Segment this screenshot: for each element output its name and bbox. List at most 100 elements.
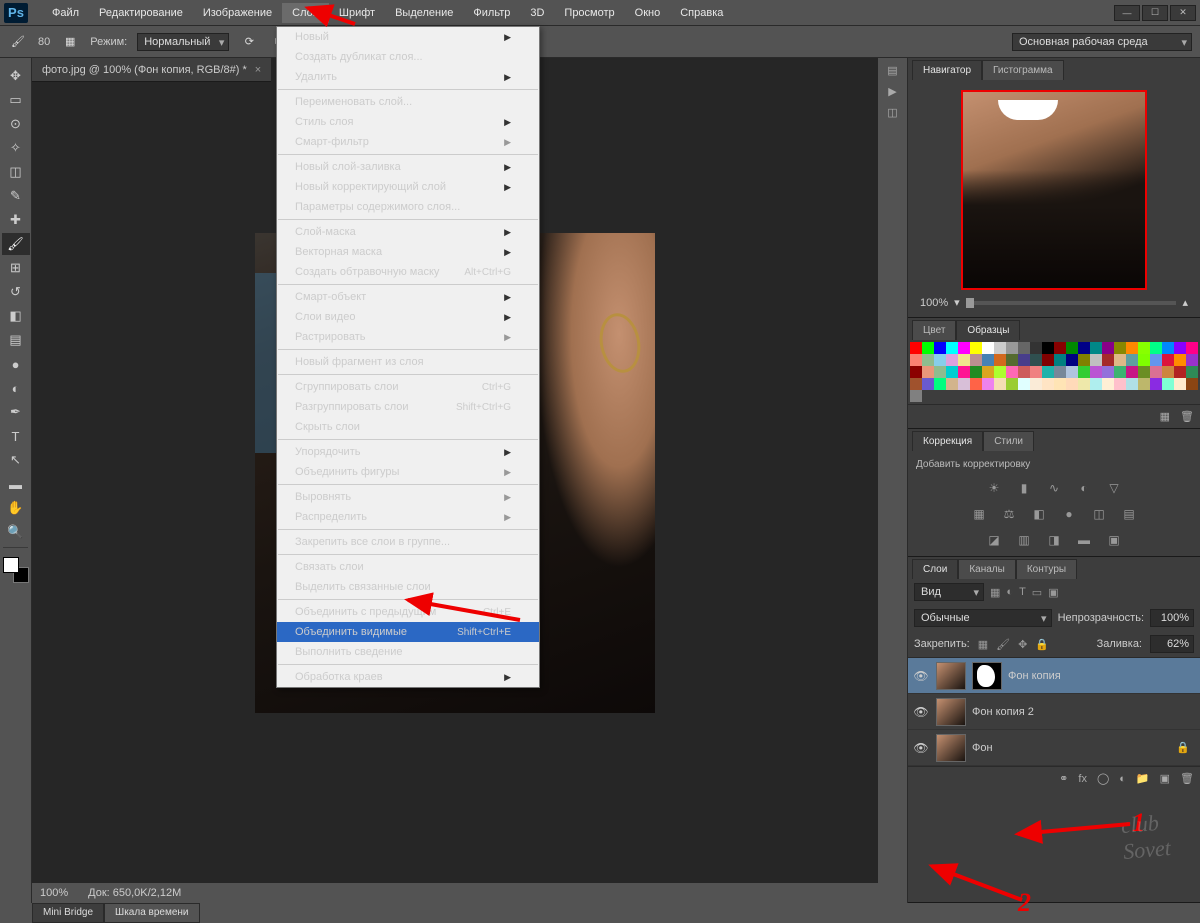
swatch[interactable] — [1138, 342, 1150, 354]
menu-item[interactable]: Скрыть слои — [277, 417, 539, 437]
link-layers-icon[interactable]: ⚭ — [1059, 772, 1068, 785]
swatch[interactable] — [1150, 378, 1162, 390]
swatch[interactable] — [958, 378, 970, 390]
adj-mixer-icon[interactable]: ◫ — [1089, 506, 1109, 522]
layer-name[interactable]: Фон копия 2 — [972, 706, 1196, 718]
adj-poster-icon[interactable]: ▥ — [1014, 532, 1034, 548]
layer-row[interactable]: 👁Фон копия — [908, 658, 1200, 694]
navigator-thumbnail[interactable] — [961, 90, 1147, 290]
swatch[interactable] — [970, 342, 982, 354]
layer-mask-icon[interactable]: ◯ — [1097, 772, 1109, 785]
adj-gradient-icon[interactable]: ▬ — [1074, 532, 1094, 548]
zoom-slider[interactable] — [966, 301, 1177, 305]
menu-item[interactable]: Создать дубликат слоя... — [277, 47, 539, 67]
swatch[interactable] — [1174, 378, 1186, 390]
swatch[interactable] — [1042, 342, 1054, 354]
menu-слои[interactable]: Слои — [282, 3, 329, 23]
pen-tool[interactable]: ✒ — [2, 401, 30, 423]
menu-item[interactable]: Переименовать слой... — [277, 92, 539, 112]
swatch[interactable] — [982, 366, 994, 378]
layer-kind-filter[interactable]: Вид — [914, 583, 984, 601]
panel-tab[interactable]: Навигатор — [912, 60, 982, 80]
swatch[interactable] — [1186, 354, 1198, 366]
swatch[interactable] — [994, 354, 1006, 366]
menu-item[interactable]: Новый слой-заливка▶ — [277, 157, 539, 177]
menu-item[interactable]: Объединить с предыдущимCtrl+E — [277, 602, 539, 622]
layer-thumbnail[interactable] — [936, 662, 966, 690]
swatch[interactable] — [1030, 354, 1042, 366]
layer-thumbnail[interactable] — [936, 698, 966, 726]
swatch[interactable] — [958, 342, 970, 354]
swatch[interactable] — [1090, 342, 1102, 354]
layer-fx-icon[interactable]: fx — [1078, 773, 1087, 785]
menu-item[interactable]: Новый фрагмент из слоя — [277, 352, 539, 372]
lasso-tool[interactable]: ⊙ — [2, 113, 30, 135]
fill-value[interactable]: 62% — [1150, 635, 1194, 653]
swatch[interactable] — [994, 378, 1006, 390]
swatch[interactable] — [970, 378, 982, 390]
panel-tab[interactable]: Слои — [912, 559, 958, 579]
blend-mode[interactable]: Обычные — [914, 609, 1052, 627]
close-button[interactable]: ✕ — [1170, 5, 1196, 21]
swatch[interactable] — [1102, 378, 1114, 390]
menu-item[interactable]: Сгруппировать слоиCtrl+G — [277, 377, 539, 397]
swatch[interactable] — [1006, 378, 1018, 390]
swatch[interactable] — [1138, 354, 1150, 366]
eraser-tool[interactable]: ◧ — [2, 305, 30, 327]
opt-icon-1[interactable]: ⟳ — [239, 32, 259, 52]
filter-shape-icon[interactable]: ▭ — [1032, 586, 1042, 599]
adj-vibrance-icon[interactable]: ▽ — [1104, 480, 1124, 496]
layer-name[interactable]: Фон — [972, 742, 1170, 754]
document-tab[interactable]: фото.jpg @ 100% (Фон копия, RGB/8#) * × — [32, 58, 271, 82]
swatch[interactable] — [946, 366, 958, 378]
swatch[interactable] — [1066, 378, 1078, 390]
adj-bw-icon[interactable]: ◧ — [1029, 506, 1049, 522]
layer-mask-thumbnail[interactable] — [972, 662, 1002, 690]
adj-selective-icon[interactable]: ▣ — [1104, 532, 1124, 548]
swatch[interactable] — [1186, 366, 1198, 378]
swatch[interactable] — [934, 342, 946, 354]
delete-layer-icon[interactable]: 🗑 — [1180, 772, 1194, 785]
menu-item[interactable]: Выполнить сведение — [277, 642, 539, 662]
swatch[interactable] — [1162, 378, 1174, 390]
swatch[interactable] — [1174, 366, 1186, 378]
stamp-tool[interactable]: ⊞ — [2, 257, 30, 279]
menu-item[interactable]: Новый▶ — [277, 27, 539, 47]
menu-item[interactable]: Упорядочить▶ — [277, 442, 539, 462]
swatch[interactable] — [1006, 354, 1018, 366]
swatch[interactable] — [1102, 366, 1114, 378]
swatch[interactable] — [1138, 378, 1150, 390]
zoom-in-icon[interactable]: ▴ — [1182, 296, 1188, 309]
bottom-tab[interactable]: Шкала времени — [104, 903, 199, 923]
swatch[interactable] — [1066, 354, 1078, 366]
visibility-icon[interactable]: 👁 — [912, 669, 930, 683]
filter-smart-icon[interactable]: ▣ — [1048, 586, 1058, 599]
swatch[interactable] — [934, 366, 946, 378]
marquee-tool[interactable]: ▭ — [2, 89, 30, 111]
swatch[interactable] — [1006, 366, 1018, 378]
swatch[interactable] — [922, 354, 934, 366]
history-brush-tool[interactable]: ↺ — [2, 281, 30, 303]
adj-threshold-icon[interactable]: ◨ — [1044, 532, 1064, 548]
lock-all-icon[interactable]: 🔒 — [1035, 638, 1049, 651]
swatch[interactable] — [1186, 378, 1198, 390]
swatch[interactable] — [982, 342, 994, 354]
adj-hue-icon[interactable]: ▦ — [969, 506, 989, 522]
panel-tab[interactable]: Каналы — [958, 559, 1016, 579]
panel-tab[interactable]: Коррекция — [912, 431, 983, 451]
swatch[interactable] — [970, 366, 982, 378]
swatch[interactable] — [922, 366, 934, 378]
blur-tool[interactable]: ● — [2, 353, 30, 375]
adj-brightness-icon[interactable]: ☀ — [984, 480, 1004, 496]
rail-icon-1[interactable]: ▤ — [887, 64, 897, 77]
adj-layer-icon[interactable]: ◐ — [1119, 773, 1126, 785]
menu-шрифт[interactable]: Шрифт — [329, 3, 385, 23]
swatch[interactable] — [1078, 378, 1090, 390]
visibility-icon[interactable]: 👁 — [912, 705, 930, 719]
swatch[interactable] — [982, 378, 994, 390]
menu-изображение[interactable]: Изображение — [193, 3, 282, 23]
swatch[interactable] — [934, 354, 946, 366]
maximize-button[interactable]: ☐ — [1142, 5, 1168, 21]
swatch[interactable] — [1186, 342, 1198, 354]
menu-item[interactable]: Слой-маска▶ — [277, 222, 539, 242]
